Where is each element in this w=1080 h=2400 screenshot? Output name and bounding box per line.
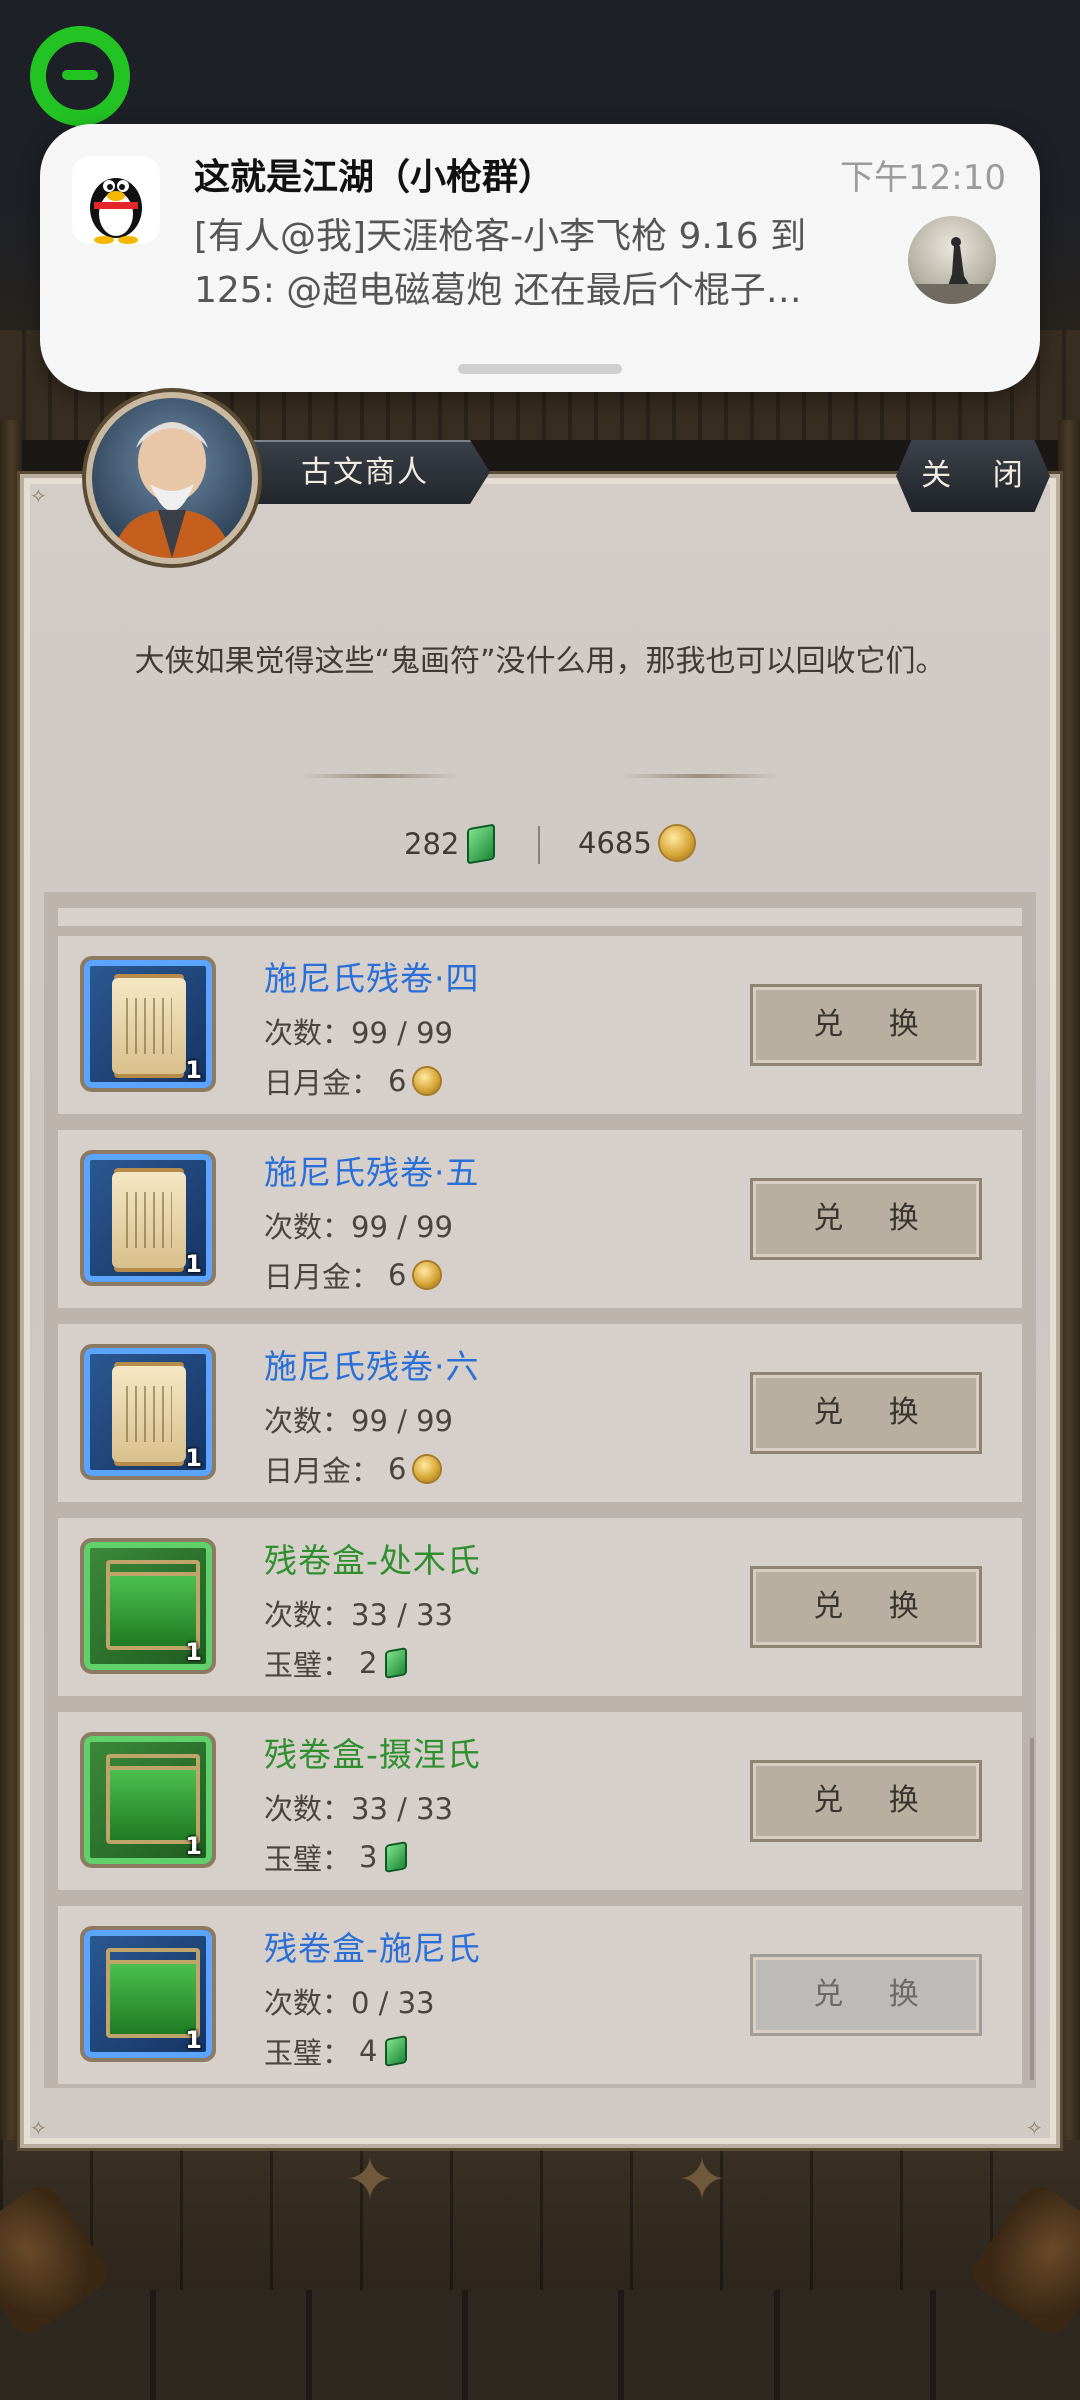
- price-label: 玉璧：: [264, 1648, 352, 1682]
- item-price: 玉璧： 2: [264, 1642, 408, 1684]
- qq-penguin-icon: [72, 156, 160, 244]
- chat-app-icon: [30, 26, 130, 132]
- item-name: 残卷盒-施尼氏: [264, 1929, 481, 1968]
- price-label: 日月金：: [264, 1454, 381, 1488]
- notification-body: [有人@我]天涯枪客-小李飞枪 9.16 到 125: @超电磁葛炮 还在最后个…: [194, 210, 914, 318]
- notification-body-line: [有人@我]天涯枪客-小李飞枪 9.16 到: [194, 216, 807, 257]
- gold-coin-icon: [414, 1262, 441, 1288]
- item-name: 施尼氏残卷·五: [264, 1153, 480, 1192]
- sender-avatar: [908, 216, 996, 304]
- currency-row: 282 4685: [0, 823, 1080, 866]
- exchange-button[interactable]: 兑 换: [750, 1372, 982, 1454]
- gold-coin-icon: [414, 1456, 441, 1482]
- jade-icon: [385, 2035, 408, 2067]
- list-item: 1 残卷盒-摄涅氏 次数：33 / 33 玉璧： 3 兑 换: [58, 1712, 1022, 1890]
- item-count: 次数：0 / 33: [264, 1986, 435, 2020]
- notification-title: 这就是江湖（小枪群）: [194, 157, 555, 198]
- item-quantity: 1: [185, 1832, 202, 1860]
- item-price: 玉璧： 4: [264, 2030, 408, 2072]
- item-name: 残卷盒-处木氏: [264, 1541, 481, 1580]
- ornament-icon: ✦: [676, 2145, 728, 2215]
- exchange-button[interactable]: 兑 换: [750, 1178, 982, 1260]
- gold-coin-icon: [659, 826, 694, 860]
- item-quantity: 1: [185, 2026, 202, 2054]
- divider: [620, 774, 780, 778]
- scroll-icon[interactable]: 1: [80, 1344, 216, 1480]
- list-row-partial: [58, 908, 1022, 926]
- item-price: 玉璧： 3: [264, 1836, 408, 1878]
- divider: [300, 774, 460, 778]
- gold-coin-icon: [414, 1068, 441, 1094]
- jade-amount: 282: [404, 827, 460, 861]
- item-price: 日月金： 6: [264, 1060, 441, 1102]
- price-value: 6: [388, 1258, 407, 1292]
- price-label: 玉璧：: [264, 1842, 352, 1876]
- ornament-icon: ✦: [344, 2145, 396, 2215]
- item-quantity: 1: [185, 1444, 202, 1472]
- chest-icon[interactable]: 1: [80, 1538, 216, 1674]
- jade-currency: 282: [404, 823, 496, 865]
- exchange-button[interactable]: 兑 换: [750, 1760, 982, 1842]
- close-button[interactable]: 关 闭: [896, 440, 1050, 512]
- item-count: 次数：99 / 99: [264, 1210, 454, 1244]
- gold-currency: 4685: [578, 826, 694, 860]
- chest-icon[interactable]: 1: [80, 1732, 216, 1868]
- background-wall-right: [1058, 420, 1080, 2140]
- price-value: 3: [359, 1840, 378, 1874]
- item-count: 次数：33 / 33: [264, 1792, 454, 1826]
- scroll-icon[interactable]: 1: [80, 956, 216, 1092]
- item-count: 次数：33 / 33: [264, 1598, 454, 1632]
- list-item: 1 施尼氏残卷·四 次数：99 / 99 日月金： 6 兑 换: [58, 936, 1022, 1114]
- merchant-message: 大侠如果觉得这些“鬼画符”没什么用，那我也可以回收它们。: [134, 644, 946, 679]
- item-quantity: 1: [185, 1250, 202, 1278]
- scroll-icon[interactable]: 1: [80, 1150, 216, 1286]
- corner-ornament-icon: ✧: [1026, 2116, 1043, 2140]
- merchant-avatar: [86, 392, 258, 564]
- exchange-button[interactable]: 兑 换: [750, 984, 982, 1066]
- price-value: 4: [359, 2034, 378, 2068]
- list-item: 1 施尼氏残卷·五 次数：99 / 99 日月金： 6 兑 换: [58, 1130, 1022, 1308]
- jade-icon: [467, 823, 496, 865]
- exchange-list[interactable]: 1 施尼氏残卷·四 次数：99 / 99 日月金： 6 兑 换 1 施尼氏残卷·…: [44, 892, 1036, 2088]
- item-name: 残卷盒-摄涅氏: [264, 1735, 481, 1774]
- list-item: 1 残卷盒-处木氏 次数：33 / 33 玉璧： 2 兑 换: [58, 1518, 1022, 1696]
- notification-banner[interactable]: 这就是江湖（小枪群） 下午12:10 [有人@我]天涯枪客-小李飞枪 9.16 …: [40, 124, 1040, 392]
- item-count: 次数：99 / 99: [264, 1016, 454, 1050]
- list-item: 1 残卷盒-施尼氏 次数：0 / 33 玉璧： 4 兑 换: [58, 1906, 1022, 2084]
- item-price: 日月金： 6: [264, 1448, 441, 1490]
- corner-ornament-icon: ✧: [30, 484, 47, 508]
- background-floor-stone: [0, 2290, 1080, 2400]
- price-value: 6: [388, 1452, 407, 1486]
- background-wall-left: [0, 420, 22, 2140]
- npc-name-plate: 古文商人: [240, 440, 490, 504]
- currency-separator: [538, 826, 540, 864]
- item-price: 日月金： 6: [264, 1254, 441, 1296]
- notification-drag-handle[interactable]: [458, 364, 622, 374]
- gold-amount: 4685: [578, 826, 652, 860]
- item-count: 次数：99 / 99: [264, 1404, 454, 1438]
- price-value: 6: [388, 1064, 407, 1098]
- notification-body-line: 125: @超电磁葛炮 还在最后个棍子…: [194, 270, 802, 311]
- item-name: 施尼氏残卷·四: [264, 959, 480, 998]
- chest-icon[interactable]: 1: [80, 1926, 216, 2062]
- item-name: 施尼氏残卷·六: [264, 1347, 480, 1386]
- list-scrollbar[interactable]: [1030, 1738, 1034, 2080]
- price-label: 日月金：: [264, 1260, 381, 1294]
- price-label: 玉璧：: [264, 2036, 352, 2070]
- exchange-button-disabled[interactable]: 兑 换: [750, 1954, 982, 2036]
- item-quantity: 1: [185, 1056, 202, 1084]
- list-item: 1 施尼氏残卷·六 次数：99 / 99 日月金： 6 兑 换: [58, 1324, 1022, 1502]
- item-quantity: 1: [185, 1638, 202, 1666]
- jade-icon: [385, 1647, 408, 1679]
- price-label: 日月金：: [264, 1066, 381, 1100]
- notification-time: 下午12:10: [840, 158, 1006, 198]
- corner-ornament-icon: ✧: [30, 2116, 47, 2140]
- exchange-button[interactable]: 兑 换: [750, 1566, 982, 1648]
- price-value: 2: [359, 1646, 378, 1680]
- jade-icon: [385, 1841, 408, 1873]
